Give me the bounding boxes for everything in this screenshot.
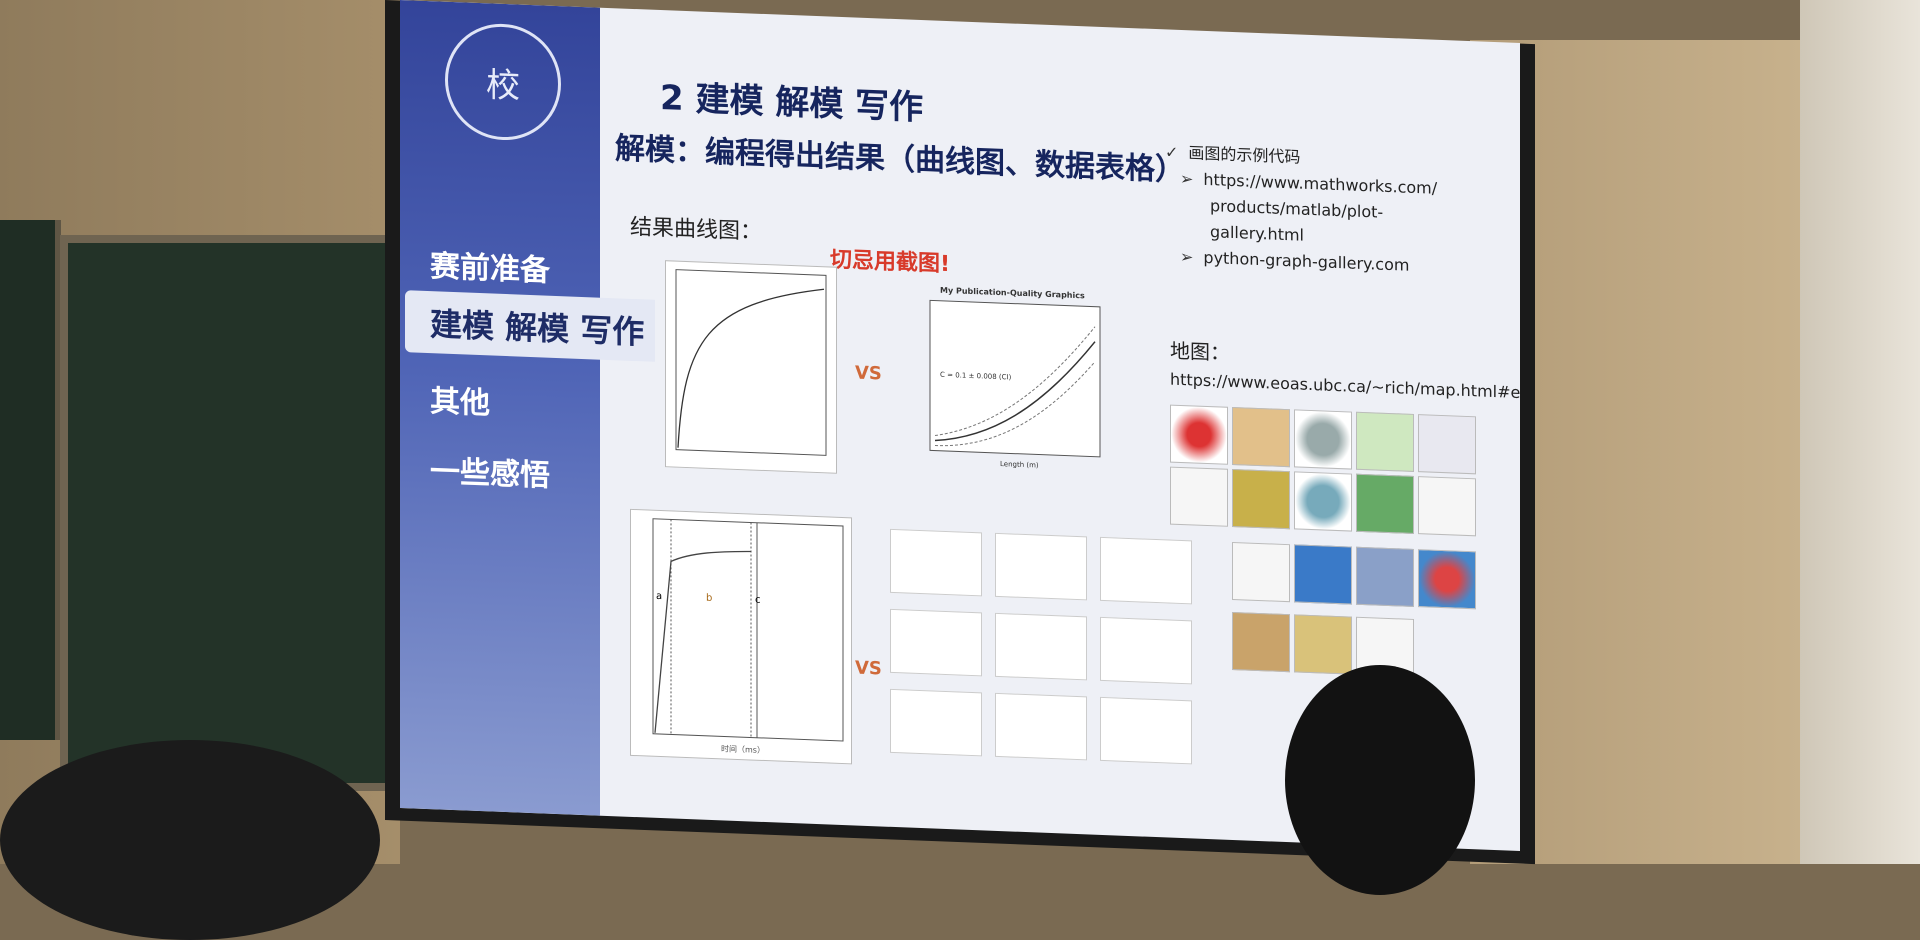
map-thumb-contour <box>1170 466 1228 527</box>
mini-plot <box>995 612 1087 681</box>
pub-chart-xlabel: Length (m) <box>1000 460 1039 470</box>
mini-plot <box>995 692 1087 761</box>
slide-title: 2 建模 解模 写作 <box>660 77 924 129</box>
map-thumb-ocean <box>1294 471 1352 532</box>
map-thumb-lines <box>1418 414 1476 475</box>
screenshot-plot-top <box>665 260 837 474</box>
map-thumb-coast <box>1418 476 1476 537</box>
map-thumb-land <box>1294 614 1352 675</box>
map-thumb-polar <box>1294 409 1352 470</box>
map-thumb-coast2 <box>1232 541 1290 603</box>
small-multiples-grid <box>890 528 1220 792</box>
map-thumb-terrain <box>1232 406 1290 468</box>
sidebar-item-thoughts[interactable]: 一些感悟 <box>430 446 550 495</box>
arrow-icon: ➢ <box>1180 246 1194 267</box>
region-label-a: a <box>656 590 663 603</box>
mini-plot <box>890 528 982 597</box>
slide-subtitle: 解模：编程得出结果（曲线图、数据表格） <box>615 131 1185 189</box>
map-thumb-regions <box>1356 411 1414 472</box>
curve-label: 结果曲线图： <box>630 214 763 245</box>
bottom-chart-xlabel: 时间（ms） <box>721 744 765 756</box>
reference-links: ✓ 画图的示例代码 ➢ https://www.mathworks.com/ pro… <box>1165 139 1495 282</box>
warning-text: 切忌用截图! <box>830 247 951 278</box>
university-logo: 校 <box>445 21 561 143</box>
stress-curve-graphic <box>652 518 844 742</box>
mini-plot <box>995 532 1087 601</box>
mini-plot <box>1100 616 1192 685</box>
mini-plot <box>890 608 982 677</box>
map-thumb-world <box>1294 544 1352 605</box>
publication-quality-chart: My Publication-Quality Graphics C = 0.1 … <box>900 284 1110 492</box>
blackboard <box>60 235 406 791</box>
audience-head-right <box>1285 665 1475 895</box>
map-thumb-globes <box>1356 546 1414 607</box>
mini-plot <box>1100 696 1192 765</box>
map-thumb-heat <box>1418 549 1476 610</box>
references-heading: 画图的示例代码 <box>1188 143 1301 167</box>
check-icon: ✓ <box>1165 142 1179 162</box>
sidebar-item-prep[interactable]: 赛前准备 <box>430 241 550 290</box>
mini-plot <box>1100 536 1192 605</box>
map-thumb-sat <box>1232 611 1290 673</box>
python-gallery-link[interactable]: python-graph-gallery.com <box>1203 248 1409 275</box>
vs-label-top: VS <box>855 362 882 385</box>
region-label-b: b <box>706 592 713 604</box>
map-thumb-globe <box>1170 404 1228 465</box>
log-curve-graphic <box>675 269 827 456</box>
region-label-c: c <box>755 594 761 606</box>
map-thumb-colored <box>1232 468 1290 530</box>
screenshot-plot-bottom: a b c 时间（ms） <box>630 508 852 765</box>
sidebar-item-other[interactable]: 其他 <box>430 376 490 422</box>
map-thumb-green <box>1356 473 1414 534</box>
slide-sidebar: 校 赛前准备 建模 解模 写作 其他 一些感悟 <box>400 0 655 816</box>
map-label: 地图： <box>1170 338 1230 365</box>
audience-head-left <box>0 740 380 940</box>
arrow-icon: ➢ <box>1180 168 1194 189</box>
vs-label-bottom: VS <box>855 657 882 680</box>
blackboard-left-edge <box>0 220 61 740</box>
mini-plot <box>890 688 982 757</box>
background-wall-right <box>1800 0 1920 864</box>
map-url-link[interactable]: https://www.eoas.ubc.ca/~rich/map.html#e… <box>1170 370 1520 405</box>
